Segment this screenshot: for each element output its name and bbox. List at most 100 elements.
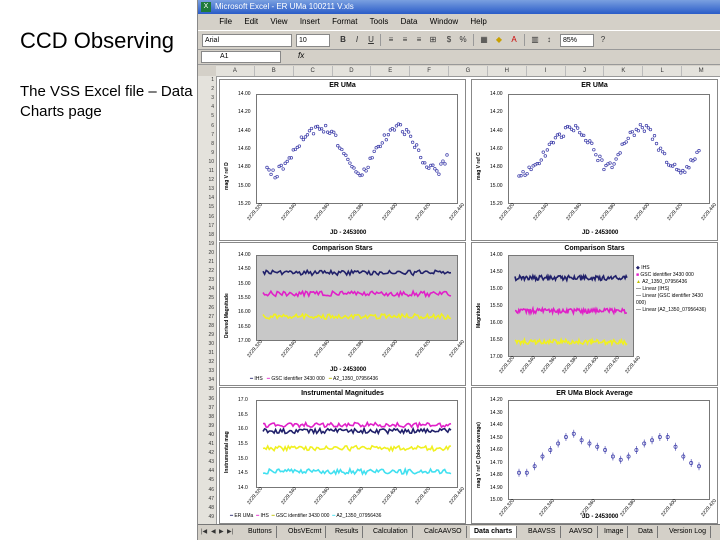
row-header[interactable]: 44: [198, 467, 214, 475]
column-header[interactable]: K: [604, 66, 644, 76]
row-header[interactable]: 11: [198, 167, 214, 175]
row-header[interactable]: 4: [198, 103, 214, 111]
menu-window[interactable]: Window: [425, 14, 463, 30]
tab-buttons[interactable]: Buttons: [244, 526, 277, 538]
help-icon[interactable]: ?: [598, 35, 608, 45]
font-size-box[interactable]: 10: [296, 34, 330, 47]
row-header[interactable]: 47: [198, 495, 214, 503]
menu-insert[interactable]: Insert: [295, 14, 325, 30]
tab-baavss[interactable]: BAAVSS: [524, 526, 561, 538]
row-header[interactable]: 27: [198, 313, 214, 321]
row-header[interactable]: 19: [198, 240, 214, 248]
row-header[interactable]: 34: [198, 376, 214, 384]
underline-icon[interactable]: U: [366, 35, 376, 45]
row-header[interactable]: 40: [198, 431, 214, 439]
row-header[interactable]: 9: [198, 149, 214, 157]
column-header[interactable]: L: [643, 66, 683, 76]
column-header[interactable]: G: [449, 66, 488, 76]
row-header[interactable]: 22: [198, 267, 214, 275]
font-color-icon[interactable]: A: [509, 35, 519, 45]
row-header[interactable]: 45: [198, 476, 214, 484]
row-header[interactable]: 3: [198, 94, 214, 102]
column-header[interactable]: D: [333, 66, 372, 76]
row-header[interactable]: 26: [198, 304, 214, 312]
menu-file[interactable]: File: [214, 14, 237, 30]
column-header[interactable]: I: [527, 66, 566, 76]
row-header[interactable]: 28: [198, 322, 214, 330]
column-header[interactable]: H: [488, 66, 527, 76]
row-header[interactable]: 2: [198, 85, 214, 93]
worksheet-grid[interactable]: ER UMa mag V ref D JD - 2453000 14.00 14.…: [217, 77, 720, 524]
row-header[interactable]: 38: [198, 413, 214, 421]
chart-block-average[interactable]: ER UMa Block Average mag V ref C (block …: [471, 387, 718, 524]
row-header[interactable]: 43: [198, 458, 214, 466]
row-header[interactable]: 14: [198, 194, 214, 202]
align-right-icon[interactable]: ≡: [414, 35, 424, 45]
menu-view[interactable]: View: [265, 14, 292, 30]
tab-results[interactable]: Results: [331, 526, 364, 538]
sort-icon[interactable]: ↕: [544, 35, 554, 45]
column-header[interactable]: J: [566, 66, 605, 76]
chart-comparison-stars[interactable]: Comparison Stars Derived Magnitude JD - …: [219, 242, 466, 386]
tab-version-log[interactable]: Version Log: [665, 526, 711, 538]
column-header[interactable]: C: [294, 66, 333, 76]
column-header[interactable]: F: [410, 66, 450, 76]
chart-comparison-stars-trend[interactable]: Comparison Stars Magnitude ◆ IHS ■ GSC i…: [471, 242, 718, 386]
percent-icon[interactable]: %: [458, 35, 468, 45]
row-header[interactable]: 46: [198, 486, 214, 494]
row-header[interactable]: 18: [198, 231, 214, 239]
merge-icon[interactable]: ⊞: [428, 35, 438, 45]
last-sheet-icon[interactable]: ▶|: [227, 528, 233, 535]
zoom-box[interactable]: 85%: [560, 34, 594, 47]
prev-sheet-icon[interactable]: ◀: [211, 528, 216, 535]
menu-data[interactable]: Data: [396, 14, 423, 30]
row-header[interactable]: 10: [198, 158, 214, 166]
menu-format[interactable]: Format: [327, 14, 362, 30]
fill-color-icon[interactable]: ◆: [494, 35, 504, 45]
tab-calcaavso[interactable]: CalcAAVSO: [420, 526, 467, 538]
row-header[interactable]: 25: [198, 294, 214, 302]
row-header[interactable]: 29: [198, 331, 214, 339]
row-header[interactable]: 36: [198, 395, 214, 403]
column-header[interactable]: A: [216, 66, 255, 76]
tab-image[interactable]: Image: [600, 526, 629, 538]
column-header[interactable]: B: [255, 66, 294, 76]
row-header[interactable]: 23: [198, 276, 214, 284]
tab-aavso[interactable]: AAVSO: [565, 526, 598, 538]
row-header[interactable]: 21: [198, 258, 214, 266]
row-header[interactable]: 12: [198, 176, 214, 184]
menu-help[interactable]: Help: [465, 14, 491, 30]
row-header[interactable]: 32: [198, 358, 214, 366]
row-header[interactable]: 41: [198, 440, 214, 448]
row-header[interactable]: 15: [198, 203, 214, 211]
row-header[interactable]: 20: [198, 249, 214, 257]
row-header[interactable]: 37: [198, 404, 214, 412]
row-header[interactable]: 39: [198, 422, 214, 430]
chart-wizard-icon[interactable]: ▥: [530, 35, 540, 45]
row-header[interactable]: 16: [198, 213, 214, 221]
fx-icon[interactable]: fx: [298, 51, 304, 60]
row-header[interactable]: 6: [198, 122, 214, 130]
row-header[interactable]: 33: [198, 367, 214, 375]
menu-tools[interactable]: Tools: [365, 14, 394, 30]
name-box[interactable]: A1: [201, 51, 281, 63]
row-header[interactable]: 8: [198, 140, 214, 148]
row-header[interactable]: 31: [198, 349, 214, 357]
row-header[interactable]: 13: [198, 185, 214, 193]
currency-icon[interactable]: $: [444, 35, 454, 45]
borders-icon[interactable]: ▦: [479, 35, 489, 45]
column-header[interactable]: M: [682, 66, 720, 76]
column-header[interactable]: E: [371, 66, 411, 76]
bold-icon[interactable]: B: [338, 35, 348, 45]
tab-data-charts[interactable]: Data charts: [470, 526, 518, 538]
chart-er-uma-ref-c[interactable]: ER UMa mag V ref C JD - 2453000 14.00 14.…: [471, 79, 718, 241]
align-left-icon[interactable]: ≡: [386, 35, 396, 45]
row-header[interactable]: 7: [198, 131, 214, 139]
align-center-icon[interactable]: ≡: [400, 35, 410, 45]
tab-data[interactable]: Data: [634, 526, 658, 538]
next-sheet-icon[interactable]: ▶: [219, 528, 224, 535]
chart-er-uma-ref-d[interactable]: ER UMa mag V ref D JD - 2453000 14.00 14.…: [219, 79, 466, 241]
row-header[interactable]: 24: [198, 285, 214, 293]
row-header[interactable]: 5: [198, 112, 214, 120]
row-header[interactable]: 30: [198, 340, 214, 348]
